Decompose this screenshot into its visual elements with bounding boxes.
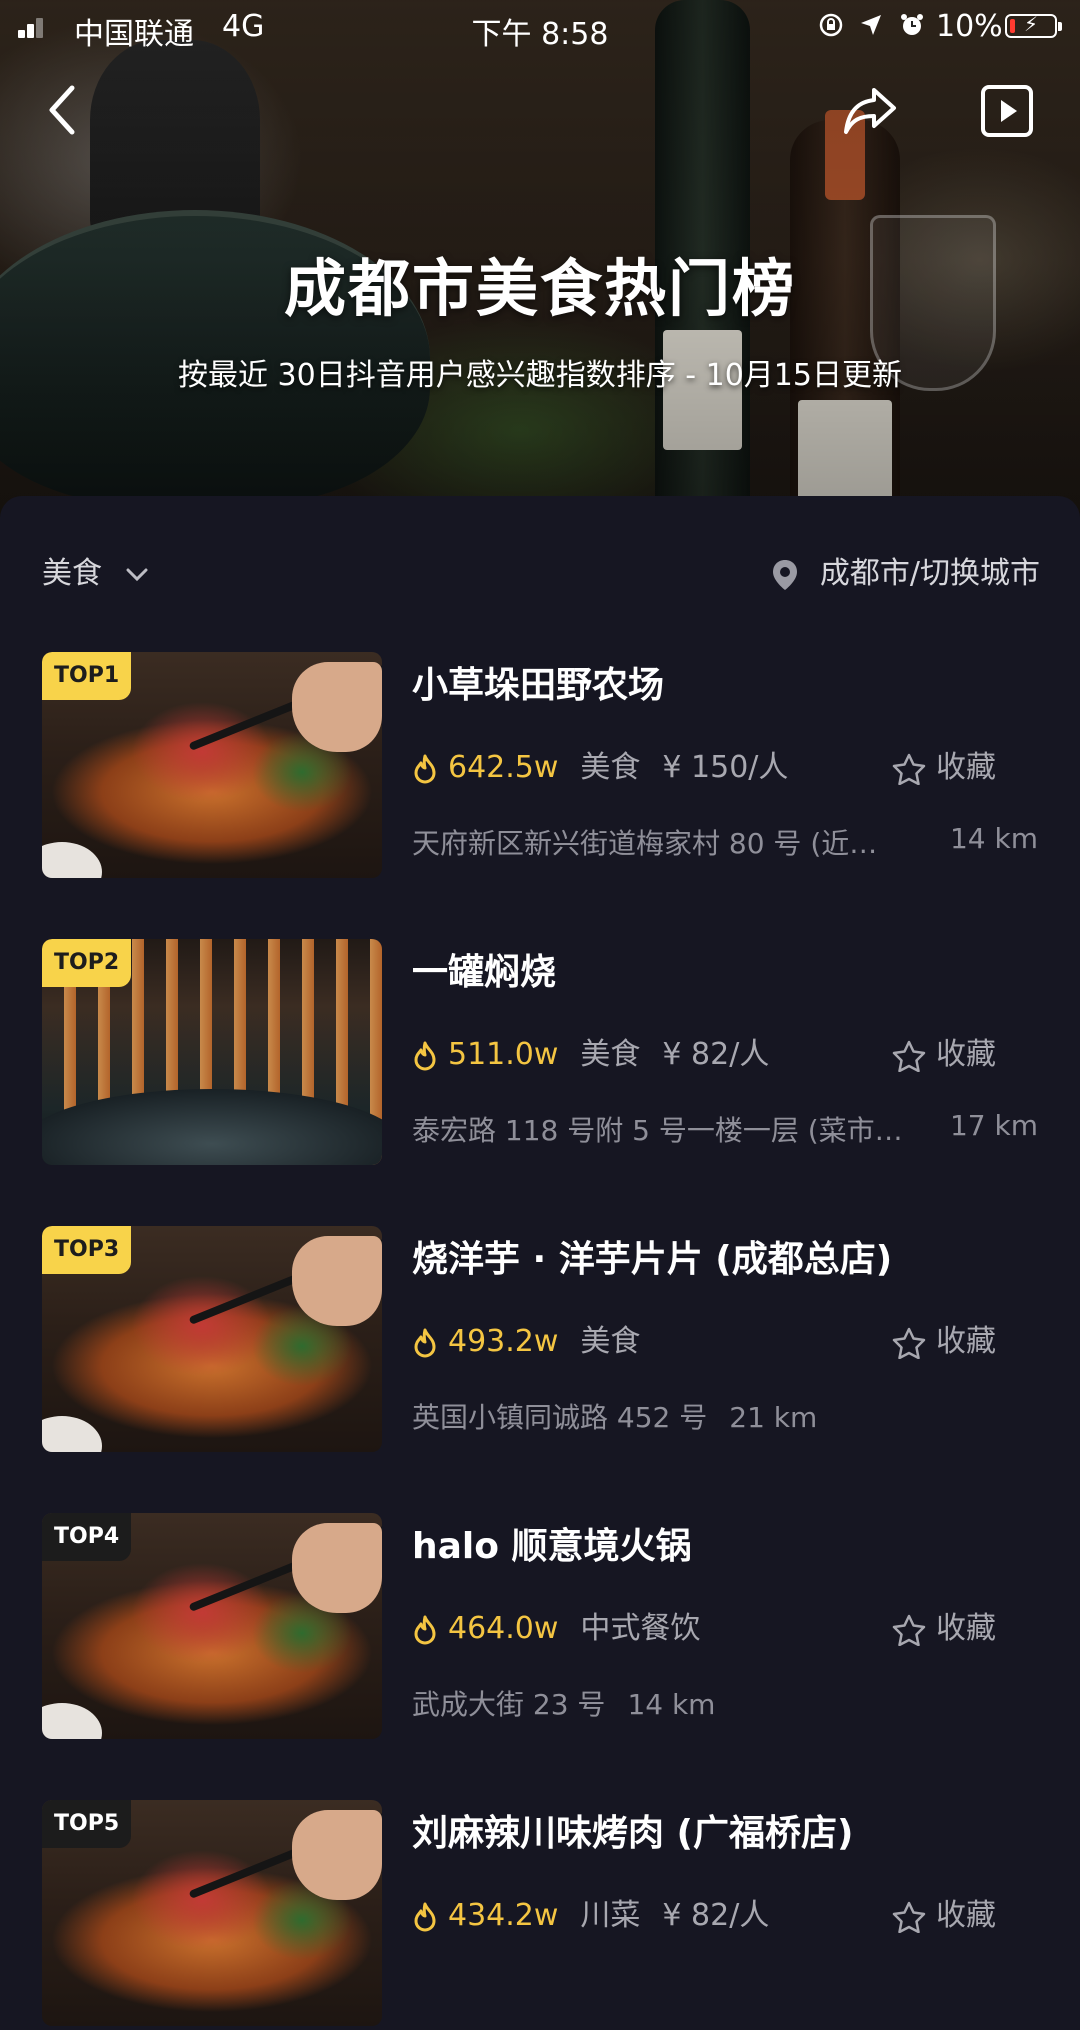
heat-value: 493.2w [448,1324,559,1359]
list-item[interactable]: TOP3 烧洋芋 · 洋芋片片 (成都总店) 493.2w 美食 收藏 英国小镇同… [0,1226,1080,1456]
restaurant-address: 英国小镇同诚路 452 号 [412,1401,708,1434]
favorite-label: 收藏 [936,1898,996,1933]
play-icon [981,85,1033,137]
distance: 14 km [949,822,1038,855]
distance: 21 km [729,1401,818,1434]
restaurant-name: 刘麻辣川味烤肉 (广福桥店) [412,1813,854,1854]
restaurant-thumbnail: TOP4 [42,1513,382,1739]
restaurant-meta: 642.5w 美食 ¥ 150/人 [412,742,788,786]
restaurant-thumbnail: TOP1 [42,652,382,878]
restaurant-name: 烧洋芋 · 洋芋片片 (成都总店) [412,1239,893,1280]
flame-icon [414,754,436,783]
star-icon [892,1327,926,1359]
rank-badge: TOP2 [42,939,132,987]
back-button[interactable] [40,80,90,140]
restaurant-category: 美食 [580,1324,641,1359]
category-filter-label: 美食 [42,556,102,591]
heat-value: 464.0w [448,1611,559,1646]
restaurant-address-line: 武成大街 23 号 14 km [412,1683,715,1723]
share-button[interactable] [840,82,900,138]
restaurant-category: 川菜 [580,1898,641,1933]
list-item[interactable]: TOP2 一罐焖烧 511.0w 美食 ¥ 82/人 收藏 泰宏路 118 号附 5… [0,939,1080,1169]
restaurant-meta: 493.2w 美食 [412,1316,662,1360]
play-video-button[interactable] [980,84,1034,138]
restaurant-address: 武成大街 23 号 [412,1688,606,1721]
list-item[interactable]: TOP4 halo 顺意境火锅 464.0w 中式餐饮 收藏 武成大街 23 号 1… [0,1513,1080,1743]
favorite-label: 收藏 [936,1324,996,1359]
distance: 17 km [949,1109,1038,1142]
price-per-person: ¥ 82/人 [662,1898,770,1933]
star-icon [892,753,926,785]
location-arrow-icon [861,15,882,35]
price-per-person: ¥ 82/人 [662,1037,770,1072]
back-icon [49,85,75,135]
favorite-button[interactable]: 收藏 [892,1890,996,1934]
ranking-panel: 美食 成都市/切换城市 TOP1 小草垛田野农场 642.5w 美食 ¥ 150/人… [0,496,1080,2026]
status-bar: 中国联通 4G 下午 8:58 10% ⚡ [0,0,1080,54]
favorite-button[interactable]: 收藏 [892,1603,996,1647]
restaurant-category: 美食 [580,750,641,785]
restaurant-thumbnail: TOP2 [42,939,382,1165]
flame-icon [414,1041,436,1070]
star-icon [892,1040,926,1072]
chevron-down-icon [126,568,148,581]
restaurant-name: halo 顺意境火锅 [412,1526,692,1567]
favorite-button[interactable]: 收藏 [892,742,996,786]
price-per-person: ¥ 150/人 [662,750,789,785]
restaurant-thumbnail: TOP3 [42,1226,382,1452]
rank-badge: TOP5 [42,1800,132,1848]
battery-percent: 10% [936,9,1003,44]
rank-badge: TOP4 [42,1513,132,1561]
restaurant-meta: 511.0w 美食 ¥ 82/人 [412,1029,769,1073]
restaurant-address: 天府新区新兴街道梅家村 80 号 (近… [412,827,878,860]
restaurant-name: 一罐焖烧 [412,952,557,993]
list-item[interactable]: TOP1 小草垛田野农场 642.5w 美食 ¥ 150/人 收藏 天府新区新兴街道… [0,652,1080,882]
restaurant-meta: 464.0w 中式餐饮 [412,1603,722,1647]
flame-icon [414,1615,436,1644]
rank-badge: TOP3 [42,1226,132,1274]
category-filter[interactable]: 美食 [42,548,148,592]
flame-icon [414,1328,436,1357]
favorite-button[interactable]: 收藏 [892,1316,996,1360]
restaurant-address-line: 英国小镇同诚路 452 号 21 km [412,1396,817,1436]
alarm-icon [900,14,923,35]
heat-value: 642.5w [448,750,559,785]
page-title: 成都市美食热门榜 [283,252,796,325]
city-switcher[interactable]: 成都市/切换城市 [772,548,1040,592]
battery-icon: ⚡ [1005,12,1062,38]
page-subtitle: 按最近 30日抖音用户感兴趣指数排序 - 10月15日更新 [178,358,902,393]
restaurant-category: 中式餐饮 [580,1611,701,1646]
restaurant-meta: 434.2w 川菜 ¥ 82/人 [412,1890,769,1934]
flame-icon [414,1902,436,1931]
restaurant-name: 小草垛田野农场 [412,665,665,706]
location-pin-icon [773,559,798,590]
favorite-button[interactable]: 收藏 [892,1029,996,1073]
heat-value: 511.0w [448,1037,559,1072]
favorite-label: 收藏 [936,750,996,785]
favorite-label: 收藏 [936,1611,996,1646]
star-icon [892,1901,926,1933]
distance: 14 km [627,1688,716,1721]
rotation-lock-icon [819,13,843,37]
restaurant-thumbnail: TOP5 [42,1800,382,2026]
heat-value: 434.2w [448,1898,559,1933]
status-icons [818,12,925,45]
favorite-label: 收藏 [936,1037,996,1072]
city-label: 成都市/切换城市 [819,556,1040,591]
rank-badge: TOP1 [42,652,132,700]
share-icon [844,88,896,134]
restaurant-category: 美食 [580,1037,641,1072]
list-item[interactable]: TOP5 刘麻辣川味烤肉 (广福桥店) 434.2w 川菜 ¥ 82/人 收藏 [0,1800,1080,2030]
restaurant-address: 泰宏路 118 号附 5 号一楼一层 (菜市… [412,1114,903,1147]
star-icon [892,1614,926,1646]
